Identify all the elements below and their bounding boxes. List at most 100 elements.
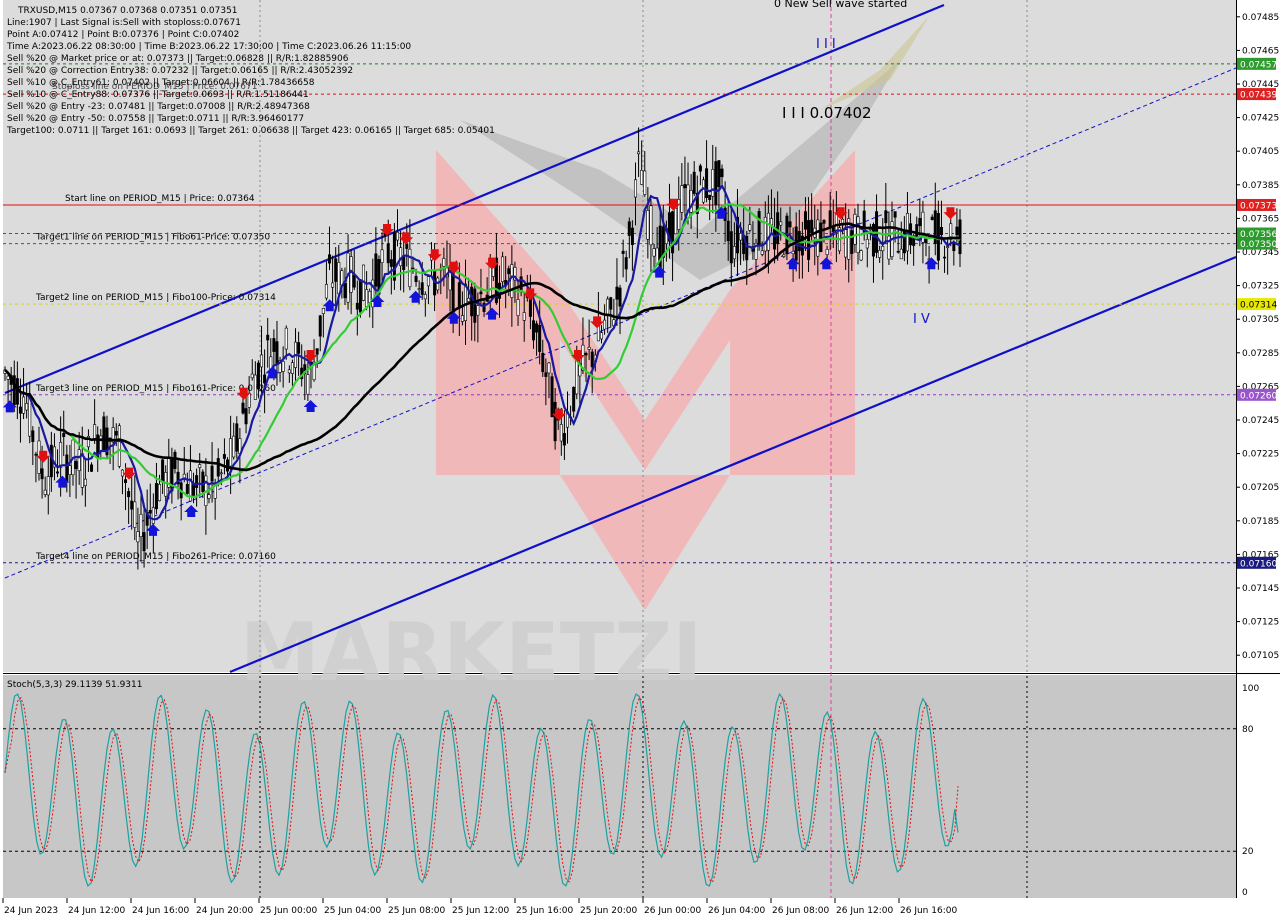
- candle-body: [516, 299, 520, 316]
- candle-body: [550, 376, 554, 418]
- candle-body: [219, 472, 223, 475]
- candle-body: [816, 219, 820, 257]
- candle-body: [355, 302, 359, 310]
- stoch-panel: [3, 675, 1236, 898]
- chart-window: MARKETZI Start line on PERIOD_M15 | Pric…: [0, 0, 1280, 920]
- candle-body: [609, 297, 613, 310]
- candle-body: [825, 248, 829, 255]
- candle-body: [717, 160, 721, 188]
- candle-body: [210, 465, 214, 482]
- candle-body: [720, 168, 724, 178]
- candle-body: [501, 256, 505, 282]
- candle-body: [414, 275, 418, 283]
- price-panel: [3, 0, 1236, 672]
- y-tick-label: 0.07405: [1242, 147, 1279, 157]
- candle-body: [649, 205, 653, 246]
- candle-body: [553, 401, 557, 442]
- candle-body: [195, 475, 199, 488]
- candle-body: [547, 362, 551, 374]
- candle-body: [315, 348, 319, 355]
- candle-body: [423, 293, 427, 300]
- candle-body: [652, 248, 656, 257]
- info-line: Point A:0.07412 | Point B:0.07376 | Poin…: [7, 30, 239, 40]
- x-tick-label: 24 Jun 20:00: [196, 906, 253, 916]
- wave-title: 0 New Sell wave started: [774, 0, 907, 10]
- chart-canvas[interactable]: MARKETZI Start line on PERIOD_M15 | Pric…: [0, 0, 1280, 920]
- y-tick-label: 0.07285: [1242, 349, 1279, 359]
- candle-body: [773, 227, 777, 250]
- candle-body: [275, 341, 279, 365]
- candle-body: [714, 161, 718, 206]
- candle-body: [640, 170, 644, 185]
- candle-body: [788, 221, 792, 228]
- info-line: Sell %20 @ Market price or at: 0.07373 |…: [7, 54, 349, 64]
- candle-body: [476, 305, 480, 316]
- candle-body: [541, 352, 545, 373]
- candle-body: [426, 276, 430, 287]
- candle-body: [136, 531, 140, 543]
- y-tick-label: 0.07105: [1242, 651, 1279, 661]
- candle-body: [321, 308, 325, 314]
- candle-body: [25, 403, 29, 411]
- candle-body: [216, 458, 220, 477]
- info-line: Sell %10 @ C_Entry61: 0.07402 || Target:…: [7, 78, 315, 88]
- wave-iv-label: I V: [913, 312, 930, 327]
- candle-body: [766, 212, 770, 251]
- candle-body: [127, 491, 131, 498]
- candle-body: [507, 268, 511, 275]
- candle-body: [241, 402, 245, 414]
- candle-body: [535, 323, 539, 333]
- candle-body: [130, 500, 134, 510]
- candle-body: [77, 449, 81, 471]
- candle-body: [739, 232, 743, 241]
- candle-body: [318, 315, 322, 337]
- price-line-label: Start line on PERIOD_M15 | Price: 0.0736…: [65, 194, 255, 204]
- candle-body: [102, 416, 106, 451]
- candle-body: [334, 258, 338, 282]
- candle-body: [68, 465, 72, 475]
- candle-body: [822, 219, 826, 224]
- candle-body: [853, 213, 857, 245]
- candle-body: [930, 216, 934, 221]
- candle-body: [924, 238, 928, 244]
- candle-body: [559, 424, 563, 442]
- candle-body: [90, 464, 94, 472]
- x-tick-label: 25 Jun 00:00: [260, 906, 317, 916]
- candle-body: [467, 298, 471, 302]
- candle-body: [701, 179, 705, 203]
- candle-body: [148, 510, 152, 514]
- candle-body: [266, 334, 270, 341]
- candle-body: [392, 232, 396, 281]
- candle-body: [263, 374, 267, 384]
- candle-body: [226, 459, 230, 472]
- candle-body: [290, 362, 294, 374]
- y-tick-label: 0.07205: [1242, 483, 1279, 493]
- candle-body: [365, 289, 369, 307]
- x-tick-label: 24 Jun 12:00: [68, 906, 125, 916]
- candle-body: [729, 231, 733, 264]
- y-tick-label: 0.07225: [1242, 450, 1279, 460]
- candle-body: [776, 212, 780, 245]
- x-tick-label: 26 Jun 00:00: [644, 906, 701, 916]
- candle-body: [819, 222, 823, 252]
- price-tag-label: 0.07160: [1240, 559, 1277, 569]
- candle-body: [93, 424, 97, 440]
- candle-body: [343, 282, 347, 299]
- x-tick-label: 26 Jun 08:00: [772, 906, 829, 916]
- candle-body: [943, 256, 947, 259]
- candle-body: [386, 243, 390, 264]
- info-line: Sell %10 @ C_Entry88: 0.07376 || Target:…: [7, 90, 309, 100]
- candle-body: [420, 282, 424, 295]
- candle-body: [207, 494, 211, 499]
- price-tag-label: 0.07373: [1240, 201, 1277, 211]
- candle-body: [844, 229, 848, 258]
- candle-body: [791, 250, 795, 255]
- candle-body: [59, 442, 63, 468]
- x-tick-label: 25 Jun 04:00: [324, 906, 381, 916]
- info-line: Sell %20 @ Correction Entry38: 0.07232 |…: [7, 66, 353, 76]
- candle-body: [374, 253, 378, 287]
- candle-body: [955, 226, 959, 236]
- candle-body: [939, 227, 943, 236]
- stoch-label: Stoch(5,3,3) 29.1139 51.9311: [7, 680, 142, 690]
- candle-body: [352, 274, 356, 288]
